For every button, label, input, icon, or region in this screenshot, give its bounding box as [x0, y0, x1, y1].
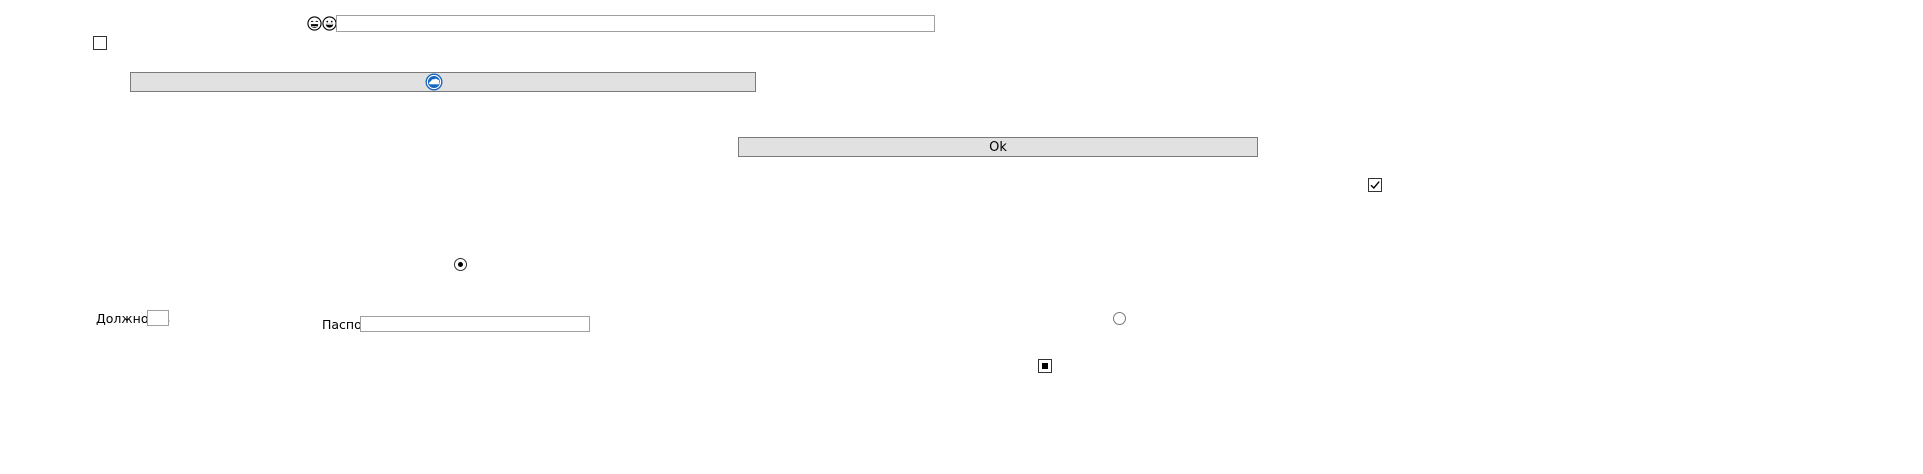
image-button[interactable] — [130, 72, 756, 92]
center-radio-button[interactable] — [454, 258, 467, 271]
passport-input[interactable] — [360, 316, 590, 332]
indeterminate-fill — [1042, 363, 1048, 369]
right-radio-button[interactable] — [1113, 312, 1126, 325]
position-input[interactable] — [147, 310, 169, 326]
checkmark-icon — [1370, 181, 1380, 190]
top-text-input[interactable] — [336, 15, 935, 32]
emoji-grinning-icon — [322, 16, 337, 31]
ok-button[interactable]: Ok — [738, 137, 1258, 157]
radio-dot — [458, 262, 463, 267]
top-checkbox[interactable] — [93, 36, 107, 50]
blue-globe-cloud-icon — [425, 73, 443, 91]
bottom-indeterminate-checkbox[interactable] — [1038, 359, 1052, 373]
right-checkbox[interactable] — [1368, 178, 1382, 192]
emoji-laughing-icon — [307, 16, 322, 31]
